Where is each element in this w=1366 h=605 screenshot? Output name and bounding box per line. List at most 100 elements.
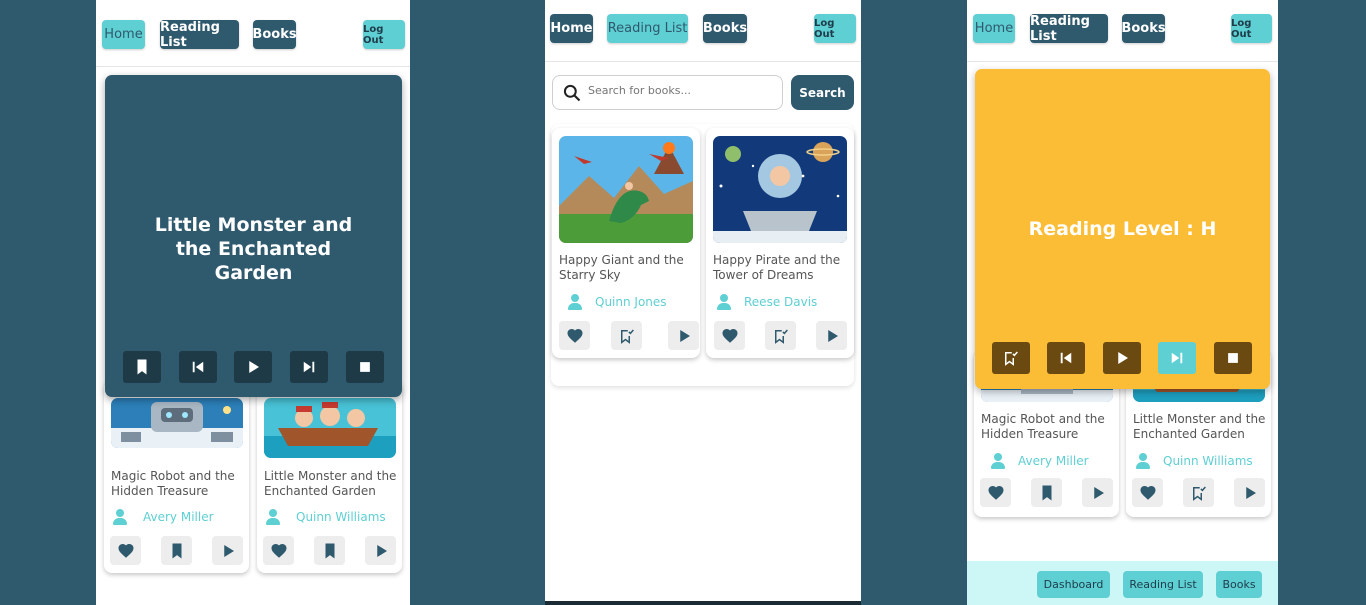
favorite-button[interactable]: [559, 321, 590, 350]
next-button[interactable]: [1158, 342, 1196, 374]
search-button[interactable]: Search: [791, 75, 854, 110]
books-button[interactable]: Books: [1216, 571, 1262, 598]
favorite-button[interactable]: [714, 321, 745, 350]
bookmark-button[interactable]: [314, 536, 345, 565]
nav-home-button[interactable]: Home: [550, 14, 593, 43]
book-title: Happy Pirate and the Tower of Dreams: [713, 253, 841, 282]
book-card[interactable]: Little Monster and the Enchanted Garden …: [257, 380, 402, 573]
nav-home-button[interactable]: Home: [102, 20, 145, 49]
person-icon: [1136, 453, 1150, 469]
robot-cover-illustration: [111, 398, 243, 448]
heart-icon: [1139, 484, 1157, 502]
stop-button[interactable]: [1214, 342, 1252, 374]
dashboard-button[interactable]: Dashboard: [1037, 571, 1110, 598]
book-title: Magic Robot and the Hidden Treasure: [981, 412, 1105, 441]
play-button[interactable]: [212, 536, 243, 565]
screen-bottom-edge: [545, 601, 861, 605]
bookmark-check-icon: [772, 327, 790, 345]
play-button[interactable]: [1234, 478, 1265, 507]
play-button[interactable]: [1103, 342, 1141, 374]
play-icon: [675, 327, 693, 345]
favorite-button[interactable]: [110, 536, 141, 565]
book-card[interactable]: Happy Pirate and the Tower of Dreams Ree…: [706, 128, 854, 358]
nav-reading-list-button[interactable]: Reading List: [160, 20, 239, 50]
logout-button[interactable]: Log Out: [814, 14, 856, 43]
bookmark-check-icon: [1002, 349, 1020, 367]
overlay-book-title: Little Monster and the Enchanted Garden: [154, 214, 353, 284]
play-icon: [219, 542, 237, 560]
book-card[interactable]: Magic Robot and the Hidden Treasure Aver…: [104, 380, 249, 573]
favorite-button[interactable]: [1132, 478, 1163, 507]
stop-icon: [356, 358, 374, 376]
play-button[interactable]: [234, 351, 272, 383]
bottom-navbar: Dashboard Reading List Books: [967, 561, 1278, 605]
nav-books-button[interactable]: Books: [252, 20, 297, 49]
space-cover-illustration: [713, 136, 847, 243]
bookmark-button[interactable]: [1031, 478, 1062, 507]
bookmark-button[interactable]: [161, 536, 192, 565]
previous-button[interactable]: [179, 351, 217, 383]
stop-icon: [1224, 349, 1242, 367]
favorite-button[interactable]: [980, 478, 1011, 507]
logout-button[interactable]: Log Out: [363, 20, 405, 49]
book-author[interactable]: Avery Miller: [991, 453, 1089, 469]
nav-reading-list-button[interactable]: Reading List: [607, 14, 688, 43]
play-button[interactable]: [816, 321, 847, 350]
nav-books-button[interactable]: Books: [1121, 14, 1166, 43]
reading-list-button[interactable]: Reading List: [1123, 571, 1203, 598]
book-author[interactable]: Quinn Jones: [568, 294, 667, 310]
nav-reading-list-button[interactable]: Reading List: [1030, 14, 1108, 44]
book-title: Magic Robot and the Hidden Treasure: [111, 469, 235, 498]
phone-screen-middle: Home Reading List Books Log Out Search H…: [545, 0, 861, 605]
bookmark-button[interactable]: [765, 321, 796, 350]
play-button[interactable]: [365, 536, 396, 565]
search-input-box[interactable]: [552, 75, 783, 110]
play-button[interactable]: [668, 321, 699, 350]
stop-button[interactable]: [346, 351, 384, 383]
bookmark-icon: [133, 358, 151, 376]
author-name: Avery Miller: [1018, 454, 1089, 468]
play-icon: [1089, 484, 1107, 502]
reading-level-overlay[interactable]: Reading Level : H: [975, 69, 1270, 389]
search-icon: [562, 83, 582, 103]
book-author[interactable]: Quinn Williams: [1136, 453, 1253, 469]
previous-button[interactable]: [1047, 342, 1085, 374]
nav-books-button[interactable]: Books: [703, 14, 747, 43]
search-input[interactable]: [588, 84, 773, 97]
nav-home-button[interactable]: Home: [973, 14, 1015, 43]
bookmark-button[interactable]: [611, 321, 642, 350]
book-cover-image[interactable]: [264, 398, 396, 458]
heart-icon: [270, 542, 288, 560]
book-preview-overlay[interactable]: Little Monster and the Enchanted Garden: [105, 75, 402, 397]
heart-icon: [117, 542, 135, 560]
logout-button[interactable]: Log Out: [1231, 14, 1272, 43]
book-cover-image[interactable]: [559, 136, 693, 243]
play-icon: [1241, 484, 1259, 502]
play-icon: [244, 358, 262, 376]
phone-screen-right: Home Reading List Books Log Out Magic Ro…: [967, 0, 1278, 605]
book-author[interactable]: Quinn Williams: [266, 509, 386, 525]
heart-icon: [721, 327, 739, 345]
bookmark-button[interactable]: [123, 351, 161, 383]
book-cover-image[interactable]: [111, 398, 243, 448]
bookmark-button[interactable]: [1183, 478, 1214, 507]
dinosaur-cover-illustration: [559, 136, 693, 243]
play-button[interactable]: [1082, 478, 1113, 507]
book-cover-image[interactable]: [713, 136, 847, 243]
author-name: Reese Davis: [744, 295, 818, 309]
person-icon: [991, 453, 1005, 469]
favorite-button[interactable]: [263, 536, 294, 565]
top-navbar: Home Reading List Books Log Out: [545, 0, 861, 62]
next-button[interactable]: [290, 351, 328, 383]
book-title: Little Monster and the Enchanted Garden: [1133, 412, 1266, 441]
bookmark-button[interactable]: [992, 342, 1030, 374]
book-author[interactable]: Avery Miller: [113, 509, 214, 525]
book-card[interactable]: Happy Giant and the Starry Sky Quinn Jon…: [552, 128, 700, 358]
book-author[interactable]: Reese Davis: [717, 294, 817, 310]
skip-forward-icon: [300, 358, 318, 376]
bookmark-icon: [321, 542, 339, 560]
play-icon: [823, 327, 841, 345]
book-title: Little Monster and the Enchanted Garden: [264, 469, 397, 498]
person-icon: [266, 509, 280, 525]
bookmark-icon: [1038, 484, 1056, 502]
